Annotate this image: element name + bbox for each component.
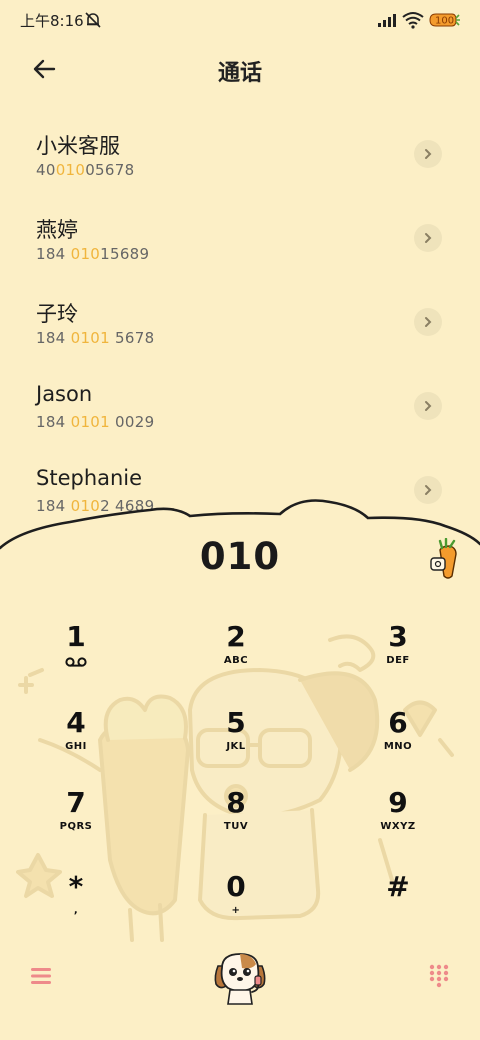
key-digit: #: [386, 870, 410, 903]
key-letters: JKL: [226, 741, 246, 752]
key-letters: TUV: [223, 821, 249, 832]
key-digit: *: [68, 870, 84, 903]
contact-row[interactable]: 燕婷 184 01015689: [0, 204, 480, 288]
status-bar: 上午8:16 100: [0, 0, 480, 40]
dial-input[interactable]: 010: [0, 535, 480, 578]
key-letters: +: [231, 905, 241, 916]
contact-name: Jason: [36, 382, 93, 406]
number-prefix: 40: [36, 161, 56, 179]
number-suffix: 15689: [100, 245, 150, 263]
contact-list: 小米客服 4001005678 燕婷 184 01015689 子玲 184 0…: [0, 120, 480, 520]
wifi-icon: [402, 12, 424, 29]
contact-name: 小米客服: [36, 134, 120, 158]
chevron-right-icon: [425, 401, 432, 411]
number-prefix: 184: [36, 413, 71, 431]
key-9[interactable]: 9 WXYZ: [338, 786, 458, 862]
key-7[interactable]: 7 PQRS: [16, 786, 136, 862]
key-digit: 5: [226, 706, 246, 739]
key-digit: 9: [388, 786, 408, 819]
key-letters: MNO: [383, 741, 413, 752]
voicemail-icon: [65, 657, 87, 667]
number-match: 010: [55, 161, 86, 179]
contact-detail-button[interactable]: [414, 140, 442, 168]
call-button[interactable]: [208, 946, 272, 1010]
menu-icon[interactable]: [28, 963, 54, 989]
key-digit: 3: [388, 620, 408, 653]
key-letters: PQRS: [59, 821, 93, 832]
contact-row[interactable]: 子玲 184 0101 5678: [0, 288, 480, 372]
number-suffix: 5678: [109, 329, 155, 347]
key-digit: 0: [226, 870, 246, 903]
contact-number: 184 0101 5678: [36, 329, 154, 347]
contact-row[interactable]: Jason 184 0101 0029: [0, 372, 480, 456]
key-letters: ,: [73, 905, 79, 916]
key-4[interactable]: 4 GHI: [16, 706, 136, 782]
key-digit: 8: [226, 786, 246, 819]
contact-name: 燕婷: [36, 218, 78, 242]
battery-level: 100: [435, 16, 454, 27]
key-letters: GHI: [65, 741, 87, 752]
number-match: 0101: [70, 413, 110, 431]
key-digit: 2: [226, 620, 246, 653]
key-8[interactable]: 8 TUV: [176, 786, 296, 862]
carrot-sticker-icon[interactable]: [428, 538, 464, 580]
key-3[interactable]: 3 DEF: [338, 620, 458, 696]
contact-name: Stephanie: [36, 466, 143, 490]
key-digit: 6: [388, 706, 408, 739]
number-prefix: 184: [36, 329, 71, 347]
key-2[interactable]: 2 ABC: [176, 620, 296, 696]
number-match: 010: [70, 245, 101, 263]
contact-detail-button[interactable]: [414, 392, 442, 420]
contact-number: 184 0101 0029: [36, 413, 154, 431]
key-digit: 1: [66, 620, 86, 653]
chevron-right-icon: [425, 233, 432, 243]
contact-name: 子玲: [36, 302, 78, 326]
key-digit: 4: [66, 706, 86, 739]
number-prefix: 184: [36, 245, 71, 263]
key-0[interactable]: 0 +: [176, 870, 296, 946]
page-title: 通话: [217, 61, 262, 86]
contact-number: 184 01015689: [36, 245, 149, 263]
key-6[interactable]: 6 MNO: [338, 706, 458, 782]
key-5[interactable]: 5 JKL: [176, 706, 296, 782]
number-suffix: 05678: [85, 161, 135, 179]
key-hash[interactable]: #: [338, 870, 458, 946]
key-digit: 7: [66, 786, 86, 819]
contact-row[interactable]: 小米客服 4001005678: [0, 120, 480, 204]
key-letters: WXYZ: [380, 821, 416, 832]
contact-detail-button[interactable]: [414, 224, 442, 252]
signal-icon: [378, 14, 396, 27]
contact-number: 4001005678: [36, 161, 134, 179]
battery-carrot-icon: 100: [429, 13, 460, 27]
mute-bell-icon: [85, 12, 101, 28]
number-match: 0101: [70, 329, 110, 347]
keypad-toggle-icon[interactable]: [426, 962, 452, 988]
contact-detail-button[interactable]: [414, 308, 442, 336]
key-letters: DEF: [386, 655, 410, 666]
chevron-right-icon: [425, 149, 432, 159]
key-star[interactable]: * ,: [16, 870, 136, 946]
key-letters: ABC: [223, 655, 249, 666]
chevron-right-icon: [425, 317, 432, 327]
number-suffix: 0029: [109, 413, 155, 431]
key-1[interactable]: 1: [16, 620, 136, 696]
status-time: 上午8:16: [20, 12, 84, 30]
